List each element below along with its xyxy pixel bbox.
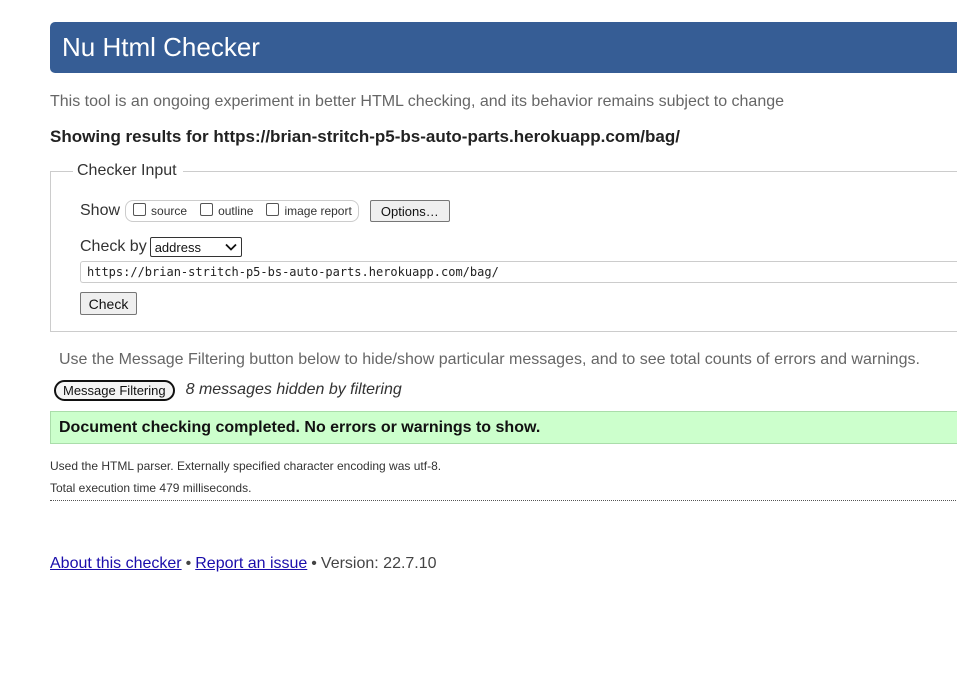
check-by-value: address xyxy=(154,239,201,255)
footer-separator: • xyxy=(185,555,192,572)
report-issue-link[interactable]: Report an issue xyxy=(195,555,307,572)
version-text: Version: 22.7.10 xyxy=(320,555,437,572)
image-report-label: image report xyxy=(284,204,352,218)
check-by-row: Check by address xyxy=(80,236,242,258)
about-checker-link[interactable]: About this checker xyxy=(50,555,182,572)
outline-label: outline xyxy=(218,204,254,218)
image-report-checkbox[interactable] xyxy=(266,202,280,216)
show-outline-option[interactable]: outline xyxy=(197,202,254,218)
check-button[interactable]: Check xyxy=(80,292,137,315)
parser-info: Used the HTML parser. Externally specifi… xyxy=(50,459,442,473)
outline-checkbox[interactable] xyxy=(200,202,214,216)
checker-page: Nu Html Checker This tool is an ongoing … xyxy=(0,0,957,678)
options-button[interactable]: Options… xyxy=(369,200,450,222)
execution-time: Total execution time 479 milliseconds. xyxy=(50,481,252,495)
show-source-option[interactable]: source xyxy=(130,202,188,218)
filtering-row: Message Filtering 8 messages hidden by f… xyxy=(54,379,402,401)
checker-input-legend: Checker Input xyxy=(73,162,183,180)
intro-text: This tool is an ongoing experiment in be… xyxy=(50,93,785,110)
divider xyxy=(50,500,957,501)
source-label: source xyxy=(151,204,188,218)
page-title: Nu Html Checker xyxy=(50,22,957,73)
url-input[interactable]: https://brian-stritch-p5-bs-auto-parts.h… xyxy=(80,261,957,283)
show-image-report-option[interactable]: image report xyxy=(263,202,352,218)
success-message: Document checking completed. No errors o… xyxy=(50,411,957,444)
chevron-down-icon xyxy=(225,243,237,251)
parser-details: Used the HTML parser. Externally specifi… xyxy=(50,455,957,499)
filtering-note: Use the Message Filtering button below t… xyxy=(59,351,920,368)
show-options-row: Show source outline image report Options… xyxy=(80,199,450,223)
show-label: Show xyxy=(80,202,121,219)
show-options-group: source outline image report xyxy=(125,200,359,222)
footer-separator: • xyxy=(311,555,317,572)
check-by-label: Check by xyxy=(80,238,147,255)
source-checkbox[interactable] xyxy=(133,202,147,216)
message-filtering-button[interactable]: Message Filtering xyxy=(54,379,175,401)
check-by-select[interactable]: address xyxy=(149,237,242,257)
hidden-messages-count: 8 messages hidden by filtering xyxy=(185,381,402,398)
results-for-heading: Showing results for https://brian-stritc… xyxy=(50,127,680,146)
footer: About this checker • Report an issue • Versi… xyxy=(50,555,437,573)
